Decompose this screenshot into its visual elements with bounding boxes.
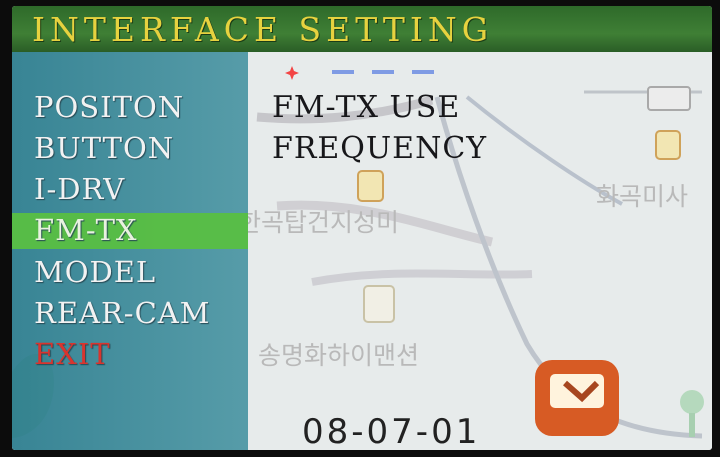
fm-tx-use-option[interactable]: FM-TX USE xyxy=(272,90,460,125)
menu-item-fm-tx[interactable]: FM-TX xyxy=(34,213,138,247)
menu-item-button[interactable]: BUTTON xyxy=(34,131,174,165)
map-label-korean-3: 송명화하이맨션 xyxy=(258,341,420,370)
menu-item-positon[interactable]: POSITON xyxy=(34,90,184,124)
menu-item-rear-cam[interactable]: REAR-CAM xyxy=(34,296,210,330)
menu-item-exit[interactable]: EXIT xyxy=(34,337,111,371)
frequency-option[interactable]: FREQUENCY xyxy=(272,131,487,166)
device-screen-frame: 한곡탑건지성미 화곡미사 송명화하이맨션 INTERFACE SETTING P… xyxy=(0,0,720,457)
title-bar: INTERFACE SETTING xyxy=(12,6,712,52)
map-label-korean-1: 한곡탑건지성미 xyxy=(238,208,400,237)
date-display: 08-07-01 xyxy=(302,412,481,450)
map-position-marker-icon xyxy=(285,66,299,80)
page-title: INTERFACE SETTING xyxy=(32,10,494,49)
menu-item-i-drv[interactable]: I-DRV xyxy=(34,172,125,206)
menu-item-model[interactable]: MODEL xyxy=(34,255,156,289)
navigation-display: 한곡탑건지성미 화곡미사 송명화하이맨션 INTERFACE SETTING P… xyxy=(12,6,712,450)
map-label-korean-2: 화곡미사 xyxy=(596,182,689,211)
